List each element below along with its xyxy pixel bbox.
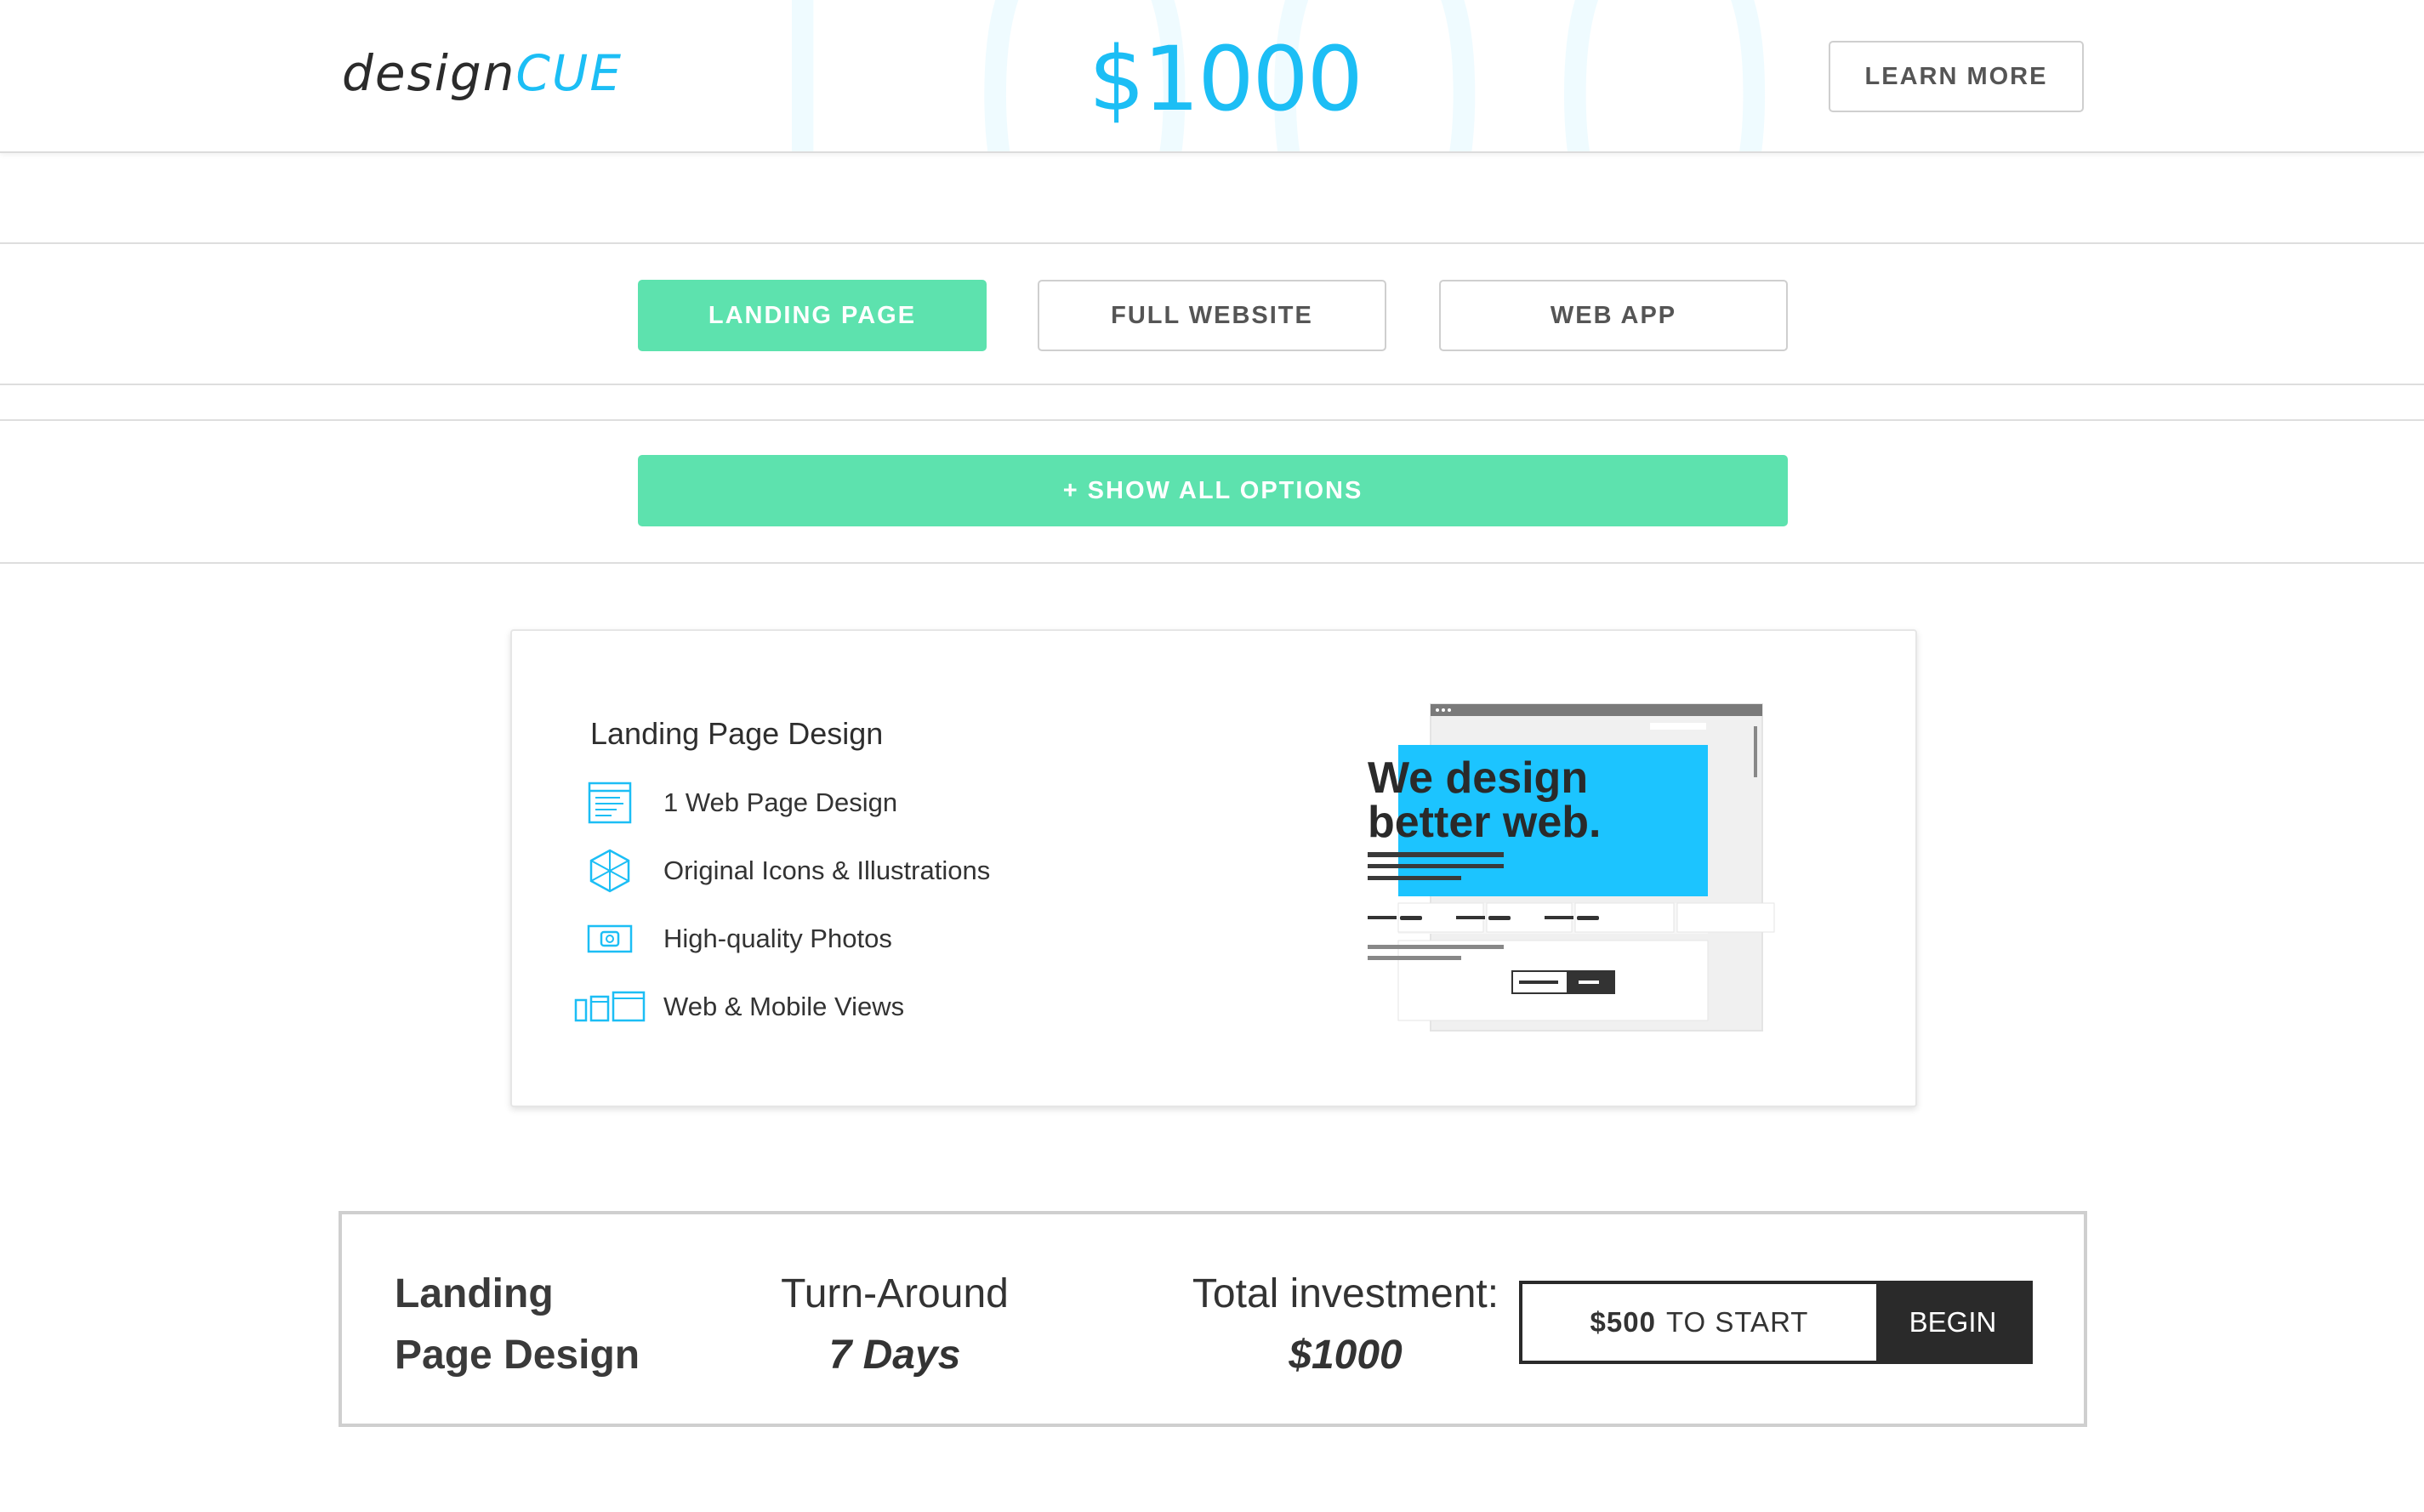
designcue-logo[interactable]: designCUE	[342, 44, 623, 102]
total-value: $1000	[1289, 1333, 1403, 1378]
show-options-bar: + SHOW ALL OPTIONS	[0, 419, 2424, 564]
feature-label: Web & Mobile Views	[663, 992, 905, 1021]
summary-name-line2: Page Design	[395, 1333, 640, 1378]
show-all-options-button[interactable]: + SHOW ALL OPTIONS	[638, 455, 1788, 526]
summary-total: Total investment: $1000	[1107, 1264, 1584, 1386]
feature-label: High-quality Photos	[663, 924, 892, 953]
learn-more-button[interactable]: LEARN MORE	[1829, 41, 2084, 112]
begin-cta[interactable]: $500 TO START BEGIN	[1519, 1281, 2033, 1364]
tab-landing-page[interactable]: LANDING PAGE	[638, 280, 987, 351]
feature-label: Original Icons & Illustrations	[663, 855, 991, 885]
summary-name-line1: Landing	[395, 1271, 554, 1316]
feature-label: 1 Web Page Design	[663, 787, 898, 817]
mockup-headline-line2: better web.	[1368, 798, 1602, 847]
order-summary-bar: Landing Page Design Turn-Around 7 Days T…	[339, 1211, 2087, 1427]
summary-package-name: Landing Page Design	[395, 1264, 640, 1386]
total-label: Total investment:	[1192, 1271, 1499, 1316]
mockup-headline-line1: We design	[1368, 753, 1588, 803]
feature-item: 1 Web Page Design	[572, 777, 1167, 828]
site-header: 1000 designCUE $1000 LEARN MORE	[0, 0, 2424, 153]
cube-icon	[572, 845, 648, 896]
summary-turnaround: Turn-Around 7 Days	[716, 1264, 1073, 1386]
begin-button[interactable]: BEGIN	[1876, 1284, 2029, 1361]
deposit-text: TO START	[1665, 1306, 1809, 1338]
turnaround-value: 7 Days	[828, 1333, 961, 1378]
logo-text-design: design	[342, 44, 516, 102]
photo-icon	[572, 913, 648, 964]
deposit-button[interactable]: $500 TO START	[1522, 1284, 1876, 1361]
devices-icon	[572, 981, 648, 1032]
website-mockup-illustration: We design better web.	[1337, 699, 1796, 1056]
turnaround-label: Turn-Around	[781, 1271, 1009, 1316]
feature-item: Web & Mobile Views	[572, 981, 1167, 1032]
tab-full-website[interactable]: FULL WEBSITE	[1038, 280, 1386, 351]
package-title: Landing Page Design	[590, 716, 884, 751]
deposit-amount: $500	[1590, 1306, 1656, 1338]
tab-web-app[interactable]: WEB APP	[1439, 280, 1788, 351]
logo-text-cue: CUE	[515, 44, 623, 102]
package-card: Landing Page Design 1 Web Page Design Or…	[510, 629, 1917, 1107]
feature-item: Original Icons & Illustrations	[572, 845, 1167, 896]
package-tabs-bar: LANDING PAGE FULL WEBSITE WEB APP	[0, 242, 2424, 385]
feature-item: High-quality Photos	[572, 913, 1167, 964]
header-price: $1000	[1089, 27, 1363, 131]
web-page-icon	[572, 777, 648, 828]
